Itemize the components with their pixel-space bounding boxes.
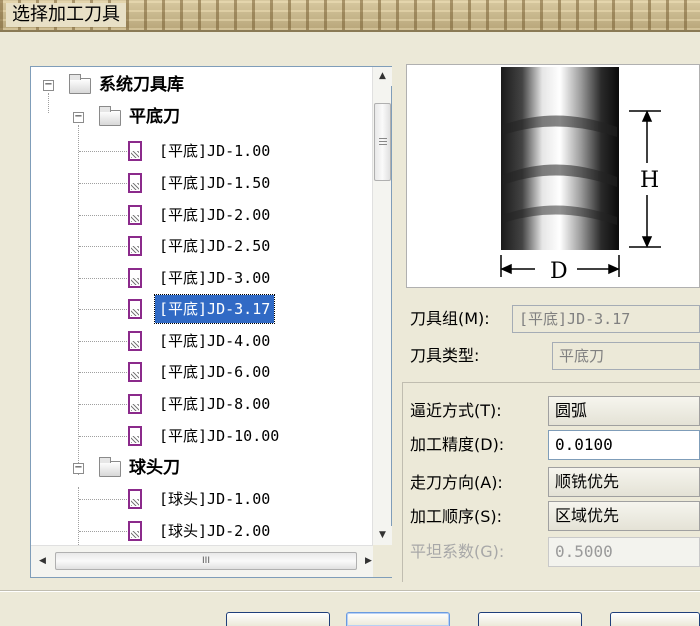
flatness-label: 平坦系数(G): (410, 542, 505, 561)
flat-endmill-icon (128, 173, 142, 193)
dialog-button[interactable] (478, 612, 582, 626)
scroll-thumb[interactable] (374, 103, 391, 181)
order-label: 加工顺序(S): (410, 507, 503, 526)
tree-guide (79, 404, 127, 405)
scroll-up-icon[interactable]: ▲ (373, 67, 392, 86)
tree-item-label: [平底]JD-3.00 (159, 269, 271, 287)
tree-item-label: [球头]JD-2.00 (159, 522, 271, 540)
tree-group-label: 平底刀 (129, 107, 180, 127)
tree-item-label: [球头]JD-1.00 (159, 490, 271, 508)
tool-type-label: 刀具类型: (410, 346, 480, 365)
tree-guide (79, 183, 127, 184)
tree-guide (79, 309, 127, 310)
tree-item-label: [平底]JD-8.00 (159, 395, 271, 413)
tree-item-label: [平底]JD-10.00 (159, 427, 280, 445)
tool-group-label: 刀具组(M): (410, 309, 490, 328)
tree-item[interactable]: [球头]JD-1.00 (31, 485, 371, 513)
tree-item[interactable]: [平底]JD-2.50 (31, 232, 371, 260)
dialog-button[interactable] (226, 612, 330, 626)
button-separator (0, 590, 700, 592)
flat-endmill-icon (128, 236, 142, 256)
tree-guide (79, 341, 127, 342)
folder-icon (99, 457, 121, 477)
tree-item[interactable]: [平底]JD-4.00 (31, 327, 371, 355)
collapse-icon[interactable]: − (73, 463, 84, 474)
flat-endmill-icon (128, 268, 142, 288)
flat-endmill-icon (128, 205, 142, 225)
flat-endmill-icon (128, 394, 142, 414)
tree-item-label: [平底]JD-1.50 (159, 174, 271, 192)
tree-item[interactable]: [平底]JD-6.00 (31, 358, 371, 386)
dim-h-label: H (640, 168, 659, 193)
scrollbar-corner (373, 545, 392, 577)
flatness-input[interactable]: 0.5000 (548, 537, 700, 567)
tree-item-label: [平底]JD-1.00 (159, 142, 271, 160)
ball-endmill-icon (128, 489, 142, 509)
tree-item-label: [平底]JD-2.50 (159, 237, 271, 255)
flat-endmill-icon (128, 362, 142, 382)
flat-endmill-icon (128, 299, 142, 319)
tree-content: − 系统刀具库 − 平底刀 [平底]JD-1.00 [平底]JD-1.50 [平… (31, 67, 373, 545)
scroll-down-icon[interactable]: ▼ (373, 526, 392, 545)
tree-item[interactable]: [球头]JD-2.00 (31, 517, 371, 545)
tree-item-selected[interactable]: [平底]JD-3.17 (31, 294, 371, 324)
tree-item[interactable]: [平底]JD-8.00 (31, 390, 371, 418)
tree-guide (79, 499, 127, 500)
tree-guide (79, 436, 127, 437)
folder-icon (99, 106, 121, 126)
order-select[interactable]: 区域优先 (548, 501, 700, 531)
tree-horizontal-scrollbar[interactable]: ◀ III ▶ (31, 545, 378, 577)
tree-guide (79, 151, 127, 152)
tree-vertical-scrollbar[interactable]: ▲ ▼ (372, 67, 392, 545)
collapse-icon[interactable]: − (73, 112, 84, 123)
tool-drawing: H D (500, 67, 661, 284)
scroll-thumb[interactable]: III (55, 552, 357, 570)
tree-item[interactable]: [平底]JD-1.50 (31, 169, 371, 197)
tree-item-label: [平底]JD-2.00 (159, 206, 271, 224)
tree-item[interactable]: [平底]JD-2.00 (31, 201, 371, 229)
tree-item-label: [平底]JD-4.00 (159, 332, 271, 350)
flat-endmill-icon (128, 141, 142, 161)
tree-item-label: [平底]JD-6.00 (159, 363, 271, 381)
tree-root[interactable]: − 系统刀具库 (31, 71, 371, 99)
tree-guide (79, 531, 127, 532)
tree-guide (79, 246, 127, 247)
window-title: 选择加工刀具 (6, 3, 126, 27)
tree-group[interactable]: − 平底刀 (31, 103, 371, 131)
folder-icon (69, 74, 91, 94)
direction-select[interactable]: 顺铣优先 (548, 467, 700, 497)
flat-endmill-icon (128, 331, 142, 351)
direction-label: 走刀方向(A): (410, 473, 503, 492)
tree-item[interactable]: [平底]JD-1.00 (31, 137, 371, 165)
tool-group-field: [平底]JD-3.17 (512, 305, 700, 333)
tree-guide (79, 215, 127, 216)
tree-item-label: [平底]JD-3.17 (153, 294, 276, 324)
precision-input[interactable]: 0.0100 (548, 430, 700, 460)
collapse-icon[interactable]: − (43, 80, 54, 91)
dim-d-label: D (550, 259, 568, 284)
approach-label: 逼近方式(T): (410, 401, 502, 420)
precision-label: 加工精度(D): (410, 435, 505, 454)
tool-type-field: 平底刀 (552, 342, 700, 370)
tool-preview: H D (406, 64, 700, 288)
tree-guide (79, 372, 127, 373)
tree-item[interactable]: [平底]JD-3.00 (31, 264, 371, 292)
tree-root-label: 系统刀具库 (99, 75, 184, 95)
tool-tree[interactable]: − 系统刀具库 − 平底刀 [平底]JD-1.00 [平底]JD-1.50 [平… (30, 66, 392, 578)
flat-endmill-icon (128, 426, 142, 446)
dialog-button[interactable] (610, 612, 700, 626)
tree-group[interactable]: − 球头刀 (31, 454, 371, 482)
title-bar[interactable]: 选择加工刀具 (0, 0, 700, 32)
scroll-left-icon[interactable]: ◀ (33, 552, 52, 571)
approach-select[interactable]: 圆弧 (548, 396, 700, 426)
dialog-button-default[interactable] (346, 612, 450, 626)
tree-group-label: 球头刀 (129, 458, 180, 478)
tree-item[interactable]: [平底]JD-10.00 (31, 422, 371, 450)
tree-guide (79, 278, 127, 279)
endmill-body (501, 67, 619, 250)
ball-endmill-icon (128, 521, 142, 541)
